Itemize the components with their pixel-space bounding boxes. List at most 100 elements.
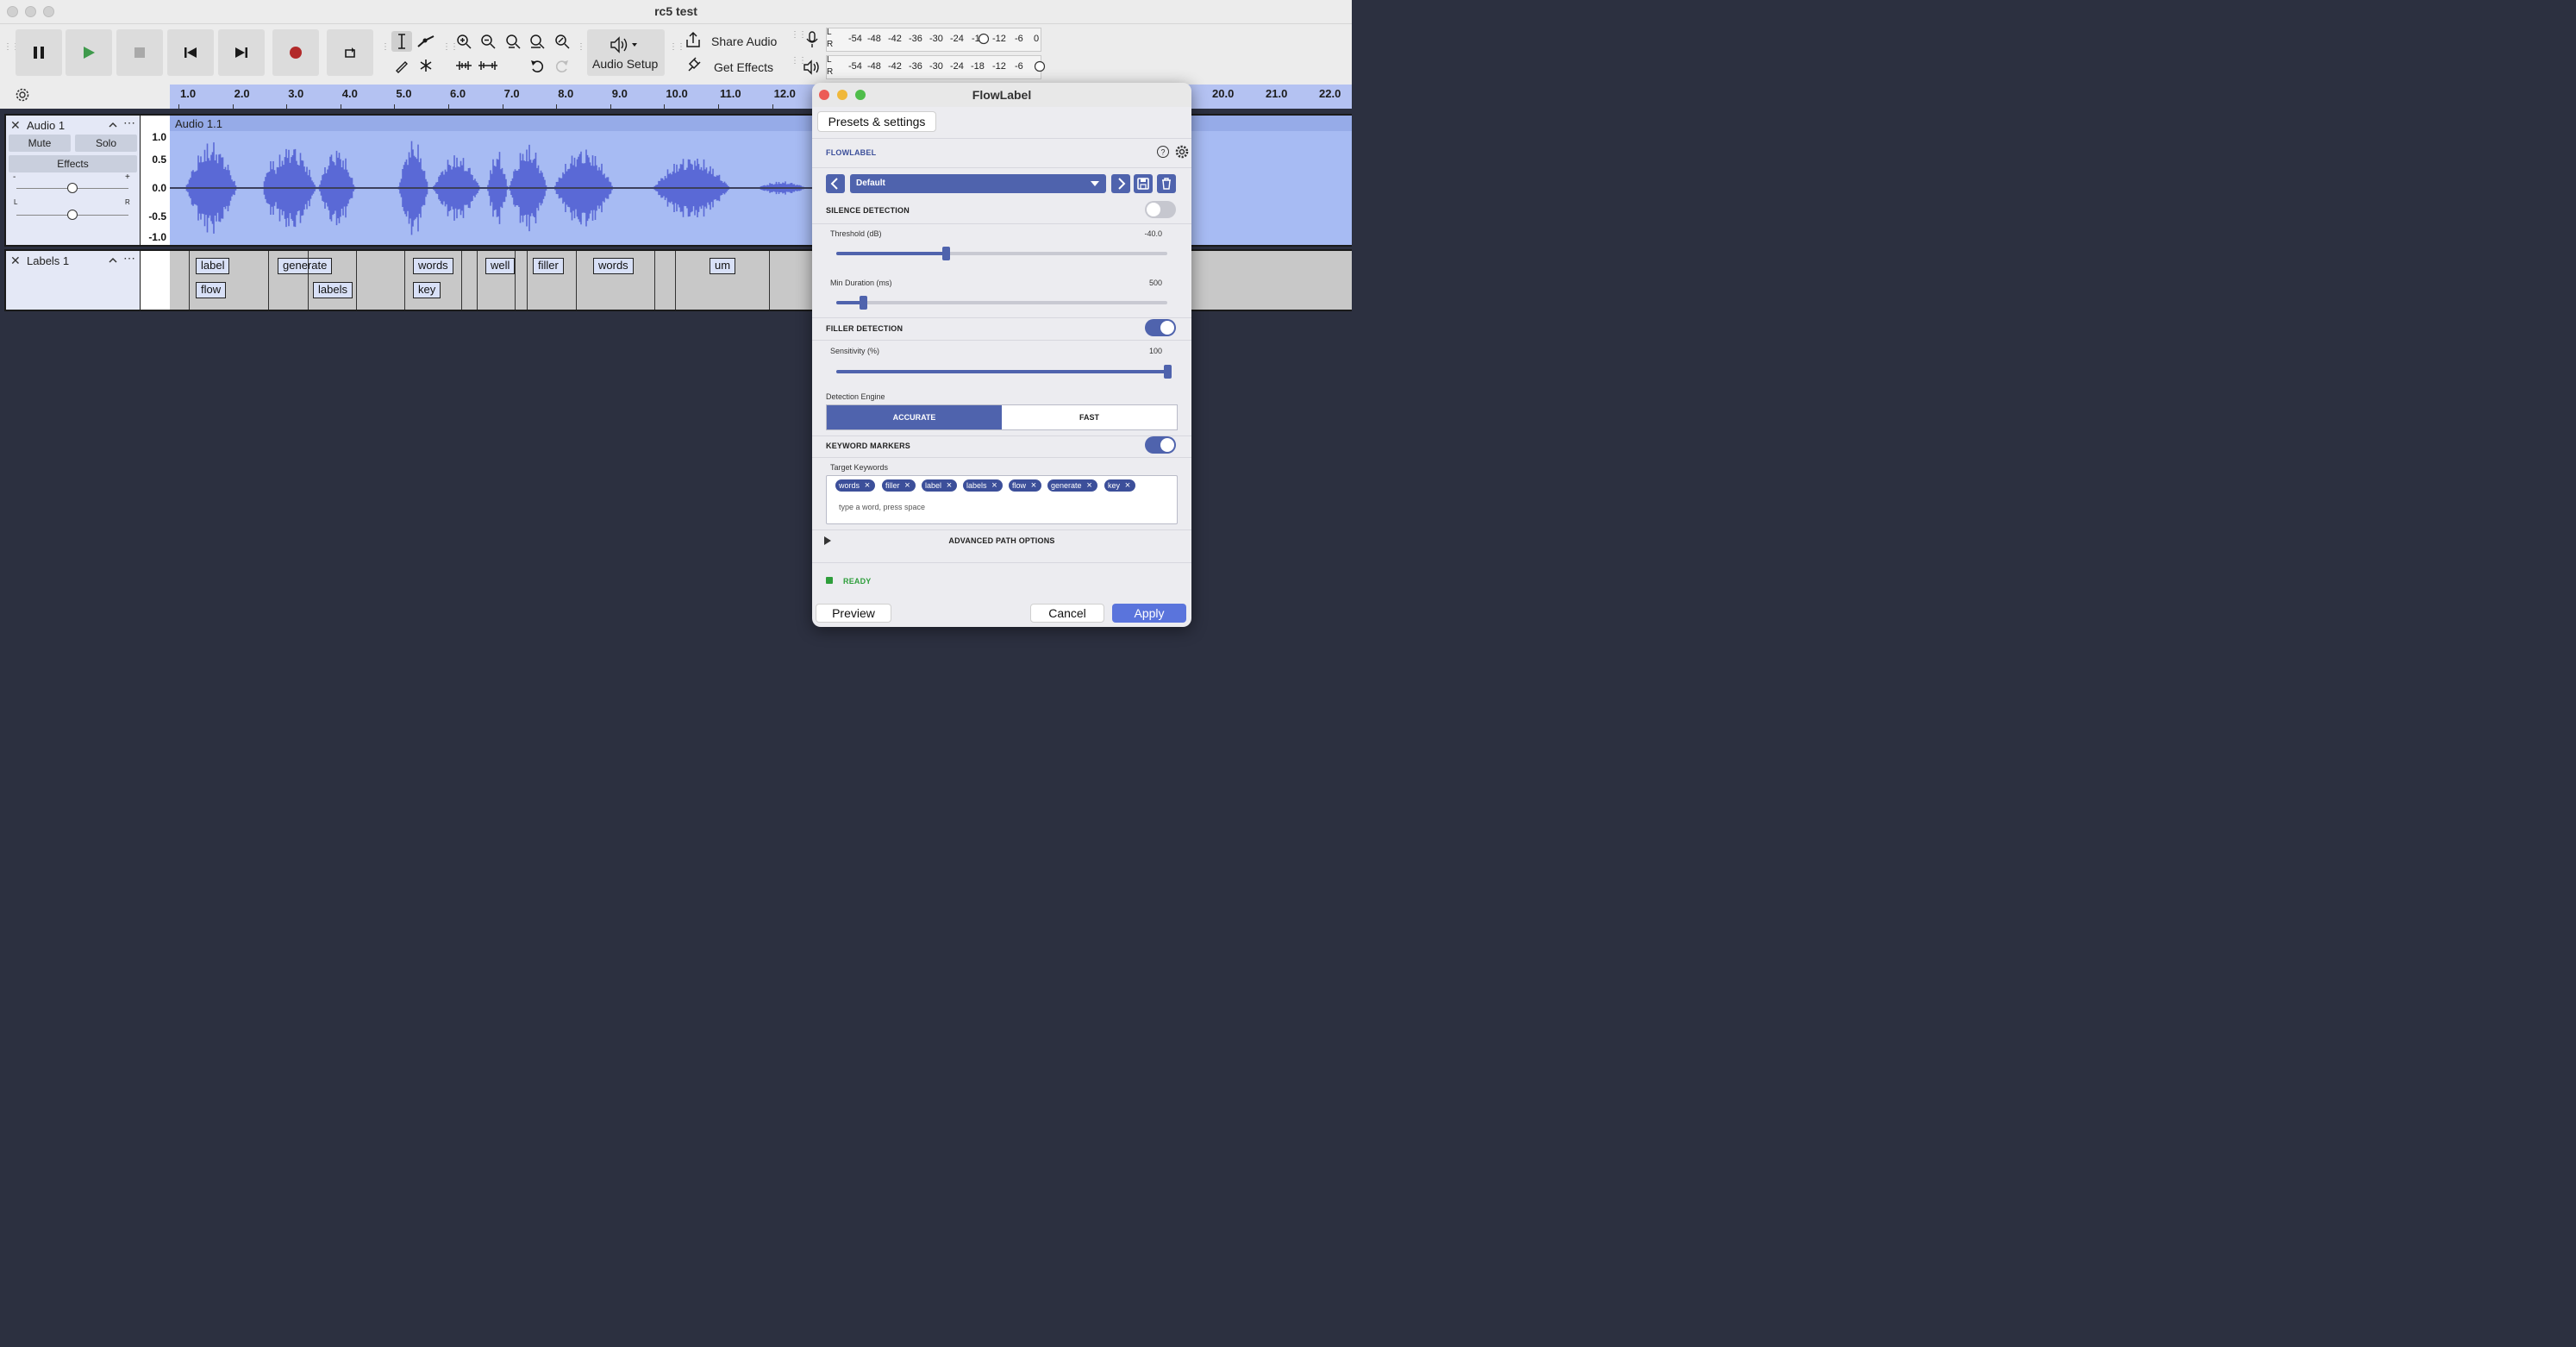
threshold-slider-thumb[interactable] [941, 247, 950, 260]
envelope-tool-button[interactable] [416, 31, 436, 52]
remove-chip-icon[interactable]: × [990, 480, 1000, 491]
toolbar-grip-icon[interactable]: ⋮⋮ [669, 43, 685, 64]
trim-audio-button[interactable] [453, 55, 474, 76]
remove-chip-icon[interactable]: × [1029, 480, 1039, 491]
record-meter-button[interactable] [802, 29, 822, 50]
pause-button[interactable] [16, 29, 62, 76]
pan-slider-thumb[interactable] [67, 210, 78, 220]
toolbar-grip-icon[interactable]: ⋮⋮ [381, 43, 397, 64]
fit-selection-button[interactable] [503, 31, 523, 52]
engine-accurate-option[interactable]: ACCURATE [827, 405, 1002, 429]
filler-detection-toggle[interactable] [1145, 319, 1176, 336]
keyword-markers-toggle[interactable] [1145, 436, 1176, 454]
playback-meter[interactable]: L R -54 -48 -42 -36 -30 -24 -18 -12 -6 [826, 55, 1046, 79]
label-item[interactable]: filler [533, 258, 564, 274]
silence-audio-button[interactable] [478, 55, 498, 76]
skip-to-end-button[interactable] [218, 29, 265, 76]
play-button[interactable] [66, 29, 112, 76]
apply-button[interactable]: Apply [1112, 604, 1186, 623]
settings-gear-icon[interactable] [1174, 144, 1190, 160]
dialog-close-button[interactable] [819, 90, 829, 100]
label-item[interactable]: words [593, 258, 634, 274]
toolbar-grip-icon[interactable]: ⋮⋮ [577, 43, 593, 64]
keyword-chip[interactable]: labels × [962, 479, 1004, 492]
cancel-button[interactable]: Cancel [1030, 604, 1104, 623]
draw-tool-button[interactable] [391, 55, 412, 76]
redo-button[interactable] [552, 55, 572, 76]
zoom-toggle-button[interactable] [552, 31, 572, 52]
multi-tool-button[interactable] [416, 55, 436, 76]
min-duration-slider-thumb[interactable] [859, 296, 867, 310]
zoom-out-button[interactable] [478, 31, 498, 52]
zoom-in-button[interactable] [453, 31, 474, 52]
label-item[interactable]: well [485, 258, 516, 274]
keyword-chip[interactable]: filler × [881, 479, 916, 492]
previous-preset-button[interactable] [826, 174, 845, 193]
delete-preset-button[interactable] [1157, 174, 1176, 193]
ruler-tick-mark [394, 104, 396, 109]
advanced-path-options[interactable]: ADVANCED PATH OPTIONS [812, 536, 1191, 545]
undo-button[interactable] [527, 55, 547, 76]
record-meter[interactable]: L R -54 -48 -42 -36 -30 -24 -1 -12 -6 0 [826, 28, 1041, 52]
sensitivity-slider-thumb[interactable] [1164, 365, 1172, 379]
solo-button[interactable]: Solo [75, 135, 137, 152]
toolbar-grip-icon[interactable]: ⋮⋮ [791, 57, 807, 78]
gain-slider-thumb[interactable] [67, 183, 78, 193]
save-preset-button[interactable] [1134, 174, 1153, 193]
label-item[interactable]: generate [278, 258, 333, 274]
share-audio-button[interactable]: Share Audio [681, 29, 785, 52]
collapse-track-icon[interactable] [108, 256, 118, 265]
keyword-chip[interactable]: flow × [1008, 479, 1043, 492]
record-button[interactable] [272, 29, 319, 76]
remove-chip-icon[interactable]: × [944, 480, 954, 491]
skip-to-start-button[interactable] [167, 29, 214, 76]
preview-button[interactable]: Preview [816, 604, 891, 623]
selection-tool-button[interactable] [391, 31, 412, 52]
close-track-icon[interactable]: ✕ [10, 118, 21, 133]
get-effects-button[interactable]: Get Effects [681, 54, 785, 77]
close-track-icon[interactable]: ✕ [10, 254, 21, 268]
remove-chip-icon[interactable]: × [1085, 480, 1095, 491]
toolbar-grip-icon[interactable]: ⋮⋮ [3, 43, 20, 64]
stop-button[interactable] [116, 29, 163, 76]
remove-chip-icon[interactable]: × [1122, 480, 1133, 491]
label-track-name[interactable]: Labels 1 [27, 254, 69, 267]
silence-detection-toggle[interactable] [1145, 201, 1176, 218]
presets-settings-button[interactable]: Presets & settings [817, 111, 936, 132]
label-item[interactable]: key [413, 282, 441, 298]
playback-meter-button[interactable] [802, 57, 822, 78]
min-duration-slider[interactable] [836, 296, 1167, 310]
remove-chip-icon[interactable]: × [862, 480, 872, 491]
keywords-input-placeholder[interactable]: type a word, press space [839, 503, 925, 511]
loop-button[interactable] [327, 29, 373, 76]
audio-setup-button[interactable]: Audio Setup [587, 29, 665, 76]
keyword-chip[interactable]: label × [921, 479, 959, 492]
dialog-zoom-button[interactable] [855, 90, 866, 100]
track-menu-icon[interactable]: ⋯ [123, 251, 135, 266]
engine-fast-option[interactable]: FAST [1002, 405, 1177, 429]
effects-button[interactable]: Effects [9, 155, 137, 172]
remove-chip-icon[interactable]: × [903, 480, 913, 491]
collapse-track-icon[interactable] [108, 121, 118, 129]
label-item[interactable]: labels [313, 282, 353, 298]
track-menu-icon[interactable]: ⋯ [123, 116, 135, 130]
next-preset-button[interactable] [1111, 174, 1130, 193]
toolbar-grip-icon[interactable]: ⋮⋮ [791, 31, 807, 52]
mute-button[interactable]: Mute [9, 135, 71, 152]
keyword-chip[interactable]: key × [1104, 479, 1137, 492]
fit-project-button[interactable] [527, 31, 547, 52]
timeline-settings-button[interactable] [12, 85, 33, 105]
sensitivity-slider[interactable] [836, 365, 1172, 379]
keyword-chip[interactable]: words × [835, 479, 877, 492]
preset-select[interactable]: Default [850, 174, 1106, 193]
threshold-slider[interactable] [836, 247, 1167, 260]
help-icon[interactable]: ? [1156, 145, 1170, 159]
label-item[interactable]: um [710, 258, 736, 274]
keyword-chip[interactable]: generate × [1047, 479, 1098, 492]
label-item[interactable]: flow [196, 282, 227, 298]
dialog-minimize-button[interactable] [837, 90, 847, 100]
toolbar-grip-icon[interactable]: ⋮⋮ [442, 43, 459, 64]
audio-track-name[interactable]: Audio 1 [27, 119, 65, 132]
label-item[interactable]: words [413, 258, 453, 274]
label-item[interactable]: label [196, 258, 230, 274]
